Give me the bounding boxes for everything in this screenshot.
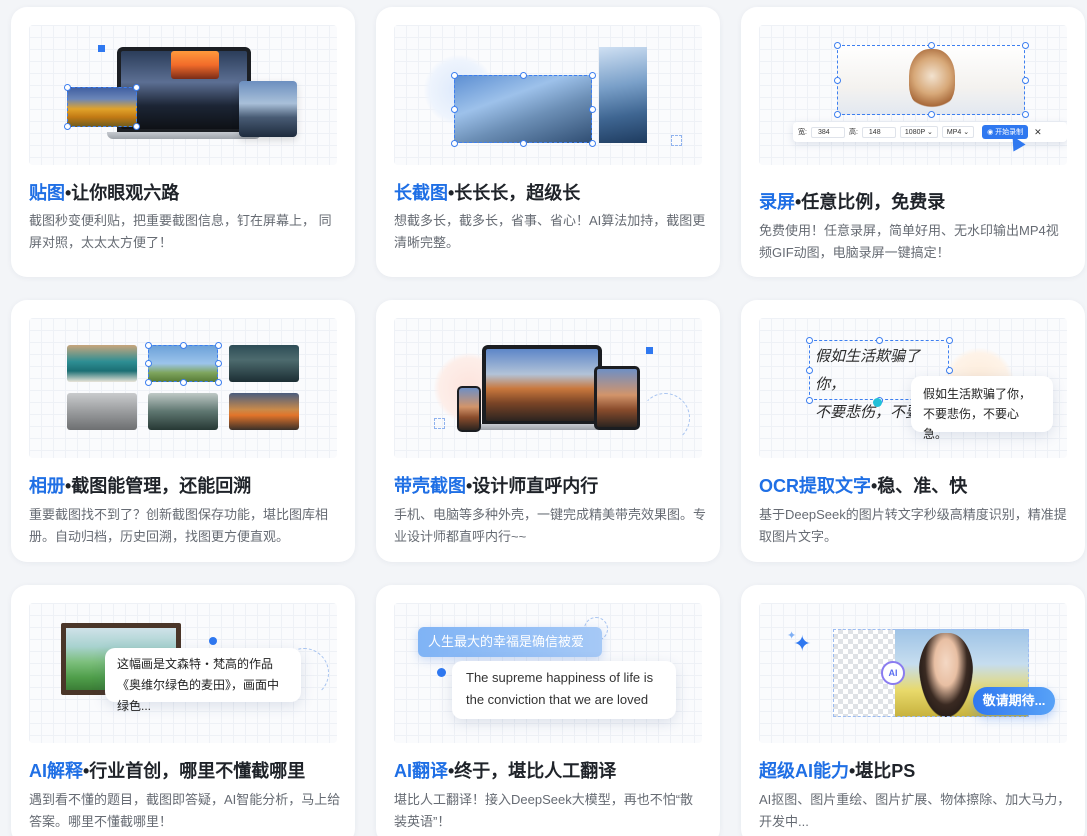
- album-photo-sunset: [229, 393, 299, 430]
- card-title: AI翻译•终于，堪比人工翻译: [394, 761, 617, 781]
- screen-record-illustration: 宽: 384 高: 148 1080P ⌄ MP4 ⌄ ◉ 开始录制 ✕: [759, 25, 1067, 165]
- building-image-tall: [599, 47, 647, 143]
- phone-frame: [457, 386, 481, 432]
- translation-bubble: The supreme happiness of life is the con…: [452, 661, 676, 719]
- feature-card-pin[interactable]: 贴图•让你眼观六路 截图秒变便利贴，把重要截图信息，钉在屏幕上， 同屏对照，太太…: [11, 7, 355, 277]
- card-title: 贴图•让你眼观六路: [29, 183, 180, 203]
- ai-explain-bubble: 这幅画是文森特・梵高的作品《奥维尔绿色的麦田》，画面中绿色...: [105, 648, 301, 713]
- card-description: 基于DeepSeek的图片转文字秒级高精度识别，精准提取图片文字。: [759, 507, 1067, 544]
- feature-card-super-ai[interactable]: ✦ ✦ AI 敬请期待... 超级AI能力•堪比PS AI抠图、图片重绘、图片扩…: [741, 585, 1085, 836]
- feature-grid: 贴图•让你眼观六路 截图秒变便利贴，把重要截图信息，钉在屏幕上， 同屏对照，太太…: [0, 0, 1087, 836]
- card-description: 堪比人工翻译！接入DeepSeek大模型，再也不怕“散装英语”！: [394, 792, 694, 829]
- source-text-chip: 人生最大的幸福是确信被爱: [418, 627, 602, 657]
- lake-image: [239, 81, 297, 137]
- record-toolbar: 宽: 384 高: 148 1080P ⌄ MP4 ⌄ ◉ 开始录制 ✕: [793, 122, 1067, 142]
- device-frame-illustration: [394, 318, 702, 458]
- record-icon: ◉: [987, 129, 994, 136]
- feature-card-ai-explain[interactable]: 这幅画是文森特・梵高的作品《奥维尔绿色的麦田》，画面中绿色... AI解释•行业…: [11, 585, 355, 836]
- laptop-frame: [482, 345, 602, 425]
- card-description: 免费使用！任意录屏，简单好用、无水印输出MP4视频GIF动图，电脑录屏一键搞定！: [759, 223, 1059, 260]
- ai-badge: AI: [881, 661, 905, 685]
- sunset-thumb: [171, 51, 219, 79]
- feature-card-device-frame[interactable]: 带壳截图•设计师直呼内行 手机、电脑等多种外壳，一键完成精美带壳效果图。专业设计…: [376, 300, 720, 562]
- feature-card-ocr[interactable]: 假如生活欺骗了你， 不要悲伤，不要心 假如生活欺骗了你， 不要悲伤，不要心急。 …: [741, 300, 1085, 562]
- chevron-down-icon: ⌄: [963, 129, 970, 136]
- ai-translate-illustration: 人生最大的幸福是确信被爱 The supreme happiness of li…: [394, 603, 702, 743]
- resolution-select[interactable]: 1080P ⌄: [899, 126, 938, 138]
- close-icon[interactable]: ✕: [1034, 127, 1042, 138]
- feature-card-long-screenshot[interactable]: 长截图•长长长，超级长 想截多长，截多长，省事、省心！AI算法加持，截图更清晰完…: [376, 7, 720, 277]
- card-title: AI解释•行业首创，哪里不懂截哪里: [29, 761, 306, 781]
- feature-card-ai-translate[interactable]: 人生最大的幸福是确信被爱 The supreme happiness of li…: [376, 585, 720, 836]
- tablet-frame: [594, 366, 640, 430]
- card-description: AI抠图、图片重绘、图片扩展、物体擦除、加大马力，开发中...: [759, 792, 1071, 829]
- height-input[interactable]: 148: [861, 126, 896, 138]
- album-photo-gray: [67, 393, 137, 430]
- width-input[interactable]: 384: [810, 126, 845, 138]
- card-description: 手机、电脑等多种外壳，一键完成精美带壳效果图。专业设计师都直呼内行~~: [394, 507, 707, 544]
- feature-card-album[interactable]: 相册•截图能管理，还能回溯 重要截图找不到了？创新截图保存功能，堪比图库相册。自…: [11, 300, 355, 562]
- card-title: 超级AI能力•堪比PS: [759, 761, 916, 781]
- format-select[interactable]: MP4 ⌄: [941, 126, 975, 138]
- height-label: 高:: [848, 129, 858, 136]
- album-illustration: [29, 318, 337, 458]
- card-description: 重要截图找不到了？创新截图保存功能，堪比图库相册。自动归档，历史回溯，找图更方便…: [29, 507, 329, 544]
- card-title: OCR提取文字•稳、准、快: [759, 476, 968, 496]
- card-title: 带壳截图•设计师直呼内行: [394, 476, 599, 496]
- card-description: 截图秒变便利贴，把重要截图信息，钉在屏幕上， 同屏对照，太太太方便了！: [29, 213, 332, 250]
- album-photo-sea: [67, 345, 137, 382]
- chevron-down-icon: ⌄: [926, 129, 933, 136]
- feature-card-screen-record[interactable]: 宽: 384 高: 148 1080P ⌄ MP4 ⌄ ◉ 开始录制 ✕ 录屏•…: [741, 7, 1085, 277]
- card-title: 录屏•任意比例，免费录: [759, 192, 946, 212]
- width-label: 宽:: [798, 129, 807, 136]
- sparkle-icon: ✦: [787, 630, 797, 642]
- card-title: 长截图•长长长，超级长: [394, 183, 581, 203]
- card-description: 遇到看不懂的题目，截图即答疑，AI智能分析，马上给答案。哪里不懂截哪里！: [29, 792, 341, 829]
- album-photo-mountain: [229, 345, 299, 382]
- coming-soon-button[interactable]: 敬请期待...: [973, 687, 1055, 715]
- pin-illustration: [29, 25, 337, 165]
- card-description: 想截多长，截多长，省事、省心！AI算法加持，截图更清晰完整。: [394, 213, 706, 250]
- ocr-result-bubble: 假如生活欺骗了你， 不要悲伤，不要心急。: [911, 376, 1053, 441]
- long-screenshot-illustration: [394, 25, 702, 165]
- album-photo-forest: [148, 393, 218, 430]
- super-ai-illustration: ✦ ✦ AI 敬请期待...: [759, 603, 1067, 743]
- ocr-illustration: 假如生活欺骗了你， 不要悲伤，不要心 假如生活欺骗了你， 不要悲伤，不要心急。: [759, 318, 1067, 458]
- ai-explain-illustration: 这幅画是文森特・梵高的作品《奥维尔绿色的麦田》，画面中绿色...: [29, 603, 337, 743]
- card-title: 相册•截图能管理，还能回溯: [29, 476, 252, 496]
